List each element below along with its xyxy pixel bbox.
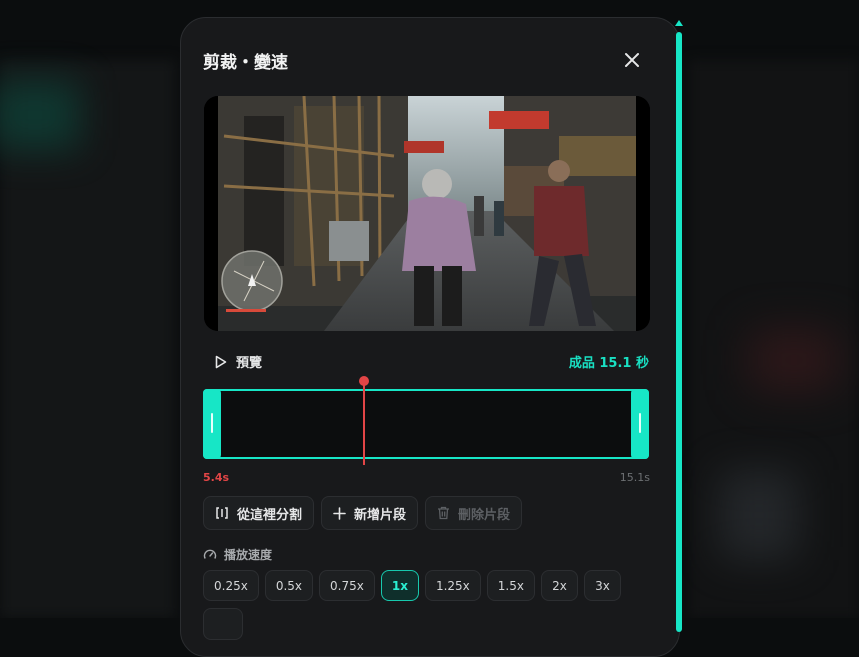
speed-option-2x[interactable]: 2x xyxy=(540,570,578,601)
scrollbar[interactable] xyxy=(675,20,683,632)
delete-segment-label: 刪除片段 xyxy=(458,507,511,523)
speed-option-0_75x[interactable]: 0.75x xyxy=(319,570,375,601)
split-icon xyxy=(216,507,228,519)
speed-option-3x[interactable]: 3x xyxy=(583,570,621,601)
playhead-line xyxy=(362,383,365,465)
playhead-handle[interactable] xyxy=(358,376,369,386)
add-segment-label: 新增片段 xyxy=(354,507,407,523)
speed-option-0_25x[interactable]: 0.25x xyxy=(203,570,259,601)
plus-icon xyxy=(333,506,346,520)
segment-actions: 從這裡分割 新增片段 刪除片段 xyxy=(203,496,523,530)
add-segment-button[interactable]: 新增片段 xyxy=(321,496,419,530)
backdrop-teal-glow xyxy=(0,80,80,150)
speed-option-1_25x[interactable]: 1.25x xyxy=(424,570,481,601)
timeline-track[interactable] xyxy=(203,389,649,459)
trim-start-time: 5.4s xyxy=(203,471,230,484)
backdrop-light-glow xyxy=(719,470,799,560)
speedometer-icon xyxy=(203,549,217,559)
trim-handle-end[interactable] xyxy=(631,389,649,459)
scroll-up-arrow-icon[interactable] xyxy=(675,20,683,26)
speed-option-0_5x[interactable]: 0.5x xyxy=(264,570,314,601)
grip-icon xyxy=(211,413,213,433)
speed-option-1x[interactable]: 1x xyxy=(380,570,419,601)
trim-handle-start[interactable] xyxy=(203,389,221,459)
backdrop-red-glow xyxy=(749,330,839,390)
delete-segment-button[interactable]: 刪除片段 xyxy=(425,496,523,530)
trash-icon xyxy=(438,506,450,520)
split-label: 從這裡分割 xyxy=(237,507,303,523)
grip-icon xyxy=(639,413,641,433)
scrollbar-thumb[interactable] xyxy=(676,32,682,632)
timeline-area: 5.4s 15.1s 從這裡分割 新增片段 刪除片段 播放速度 0.25x 0.… xyxy=(180,17,680,640)
speed-option-more[interactable] xyxy=(203,608,243,640)
speed-section-header: 播放速度 xyxy=(203,546,272,563)
speed-label: 播放速度 xyxy=(224,548,273,562)
speed-options: 0.25x 0.5x 0.75x 1x 1.25x 1.5x 2x 3x xyxy=(203,570,621,601)
speed-option-1_5x[interactable]: 1.5x xyxy=(486,570,535,601)
split-button[interactable]: 從這裡分割 xyxy=(203,496,315,530)
trim-end-time: 15.1s xyxy=(619,471,650,484)
